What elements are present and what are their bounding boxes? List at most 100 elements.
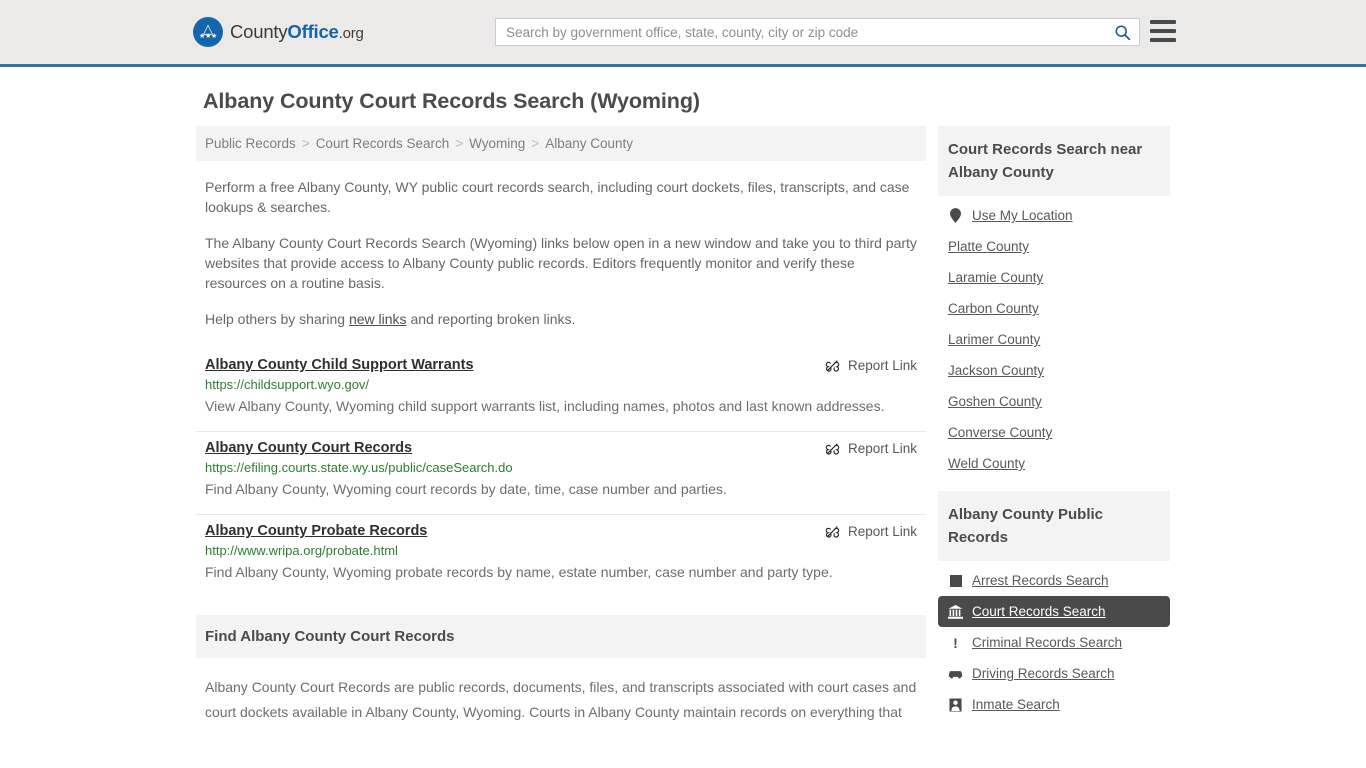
sidebar-item-label: Weld County: [948, 456, 1026, 471]
list-item: Larimer County: [938, 324, 1170, 355]
list-item: Goshen County: [938, 386, 1170, 417]
sidebar-item-court-records-search[interactable]: Court Records Search: [938, 596, 1170, 627]
intro-paragraph-1: Perform a free Albany County, WY public …: [205, 179, 910, 215]
result-url[interactable]: https://efiling.courts.state.wy.us/publi…: [205, 460, 917, 475]
sidebar-item-label: Converse County: [948, 425, 1053, 440]
list-item: ! Criminal Records Search: [938, 627, 1170, 658]
sidebar-item-larimer-county[interactable]: Larimer County: [938, 324, 1170, 355]
result-item: Albany County Court Records Report Link …: [196, 432, 926, 515]
help-suffix: and reporting broken links.: [406, 311, 576, 327]
broken-link-icon: [825, 360, 840, 372]
result-url[interactable]: https://childsupport.wyo.gov/: [205, 377, 917, 392]
page-title: Albany County Court Records Search (Wyom…: [203, 89, 700, 113]
results-list: Albany County Child Support Warrants Rep…: [196, 349, 926, 597]
sidebar-item-label: Jackson County: [948, 363, 1045, 378]
breadcrumb-item-public-records[interactable]: Public Records: [205, 136, 296, 151]
broken-link-icon: [825, 526, 840, 538]
list-item: Converse County: [938, 417, 1170, 448]
report-link-button[interactable]: Report Link: [825, 523, 917, 539]
breadcrumb: Public Records > Court Records Search > …: [196, 126, 926, 161]
list-item: Arrest Records Search: [938, 565, 1170, 596]
find-records-section-body: Albany County Court Records are public r…: [196, 675, 926, 725]
sidebar-item-driving-records-search[interactable]: Driving Records Search: [938, 658, 1170, 689]
public-records-heading: Albany County Public Records: [938, 491, 1170, 561]
main-column: Public Records > Court Records Search > …: [196, 126, 926, 725]
sidebar-item-label: Carbon County: [948, 301, 1039, 316]
sidebar-item-label: Inmate Search: [972, 697, 1060, 712]
report-link-label: Report Link: [847, 524, 917, 539]
result-description: Find Albany County, Wyoming probate reco…: [205, 564, 833, 580]
breadcrumb-item-court-records-search[interactable]: Court Records Search: [316, 136, 450, 151]
result-description: View Albany County, Wyoming child suppor…: [205, 398, 885, 414]
sidebar-item-arrest-records-search[interactable]: Arrest Records Search: [938, 565, 1170, 596]
list-item: Use My Location: [938, 200, 1170, 231]
list-item: Jackson County: [938, 355, 1170, 386]
report-link-label: Report Link: [847, 441, 917, 456]
list-item: Driving Records Search: [938, 658, 1170, 689]
find-records-paragraph: Albany County Court Records are public r…: [205, 679, 917, 720]
report-link-button[interactable]: Report Link: [825, 440, 917, 456]
courthouse-icon: [948, 604, 963, 619]
nearby-counties-panel: Court Records Search near Albany County …: [938, 126, 1170, 479]
inmate-icon: [948, 697, 963, 712]
sidebar-item-label: Arrest Records Search: [972, 573, 1109, 588]
sidebar: Court Records Search near Albany County …: [938, 126, 1170, 732]
site-logo[interactable]: △ ★★★ CountyOffice.org: [193, 17, 364, 47]
sidebar-item-label: Use My Location: [972, 208, 1073, 223]
result-title-link[interactable]: Albany County Probate Records: [205, 523, 427, 539]
breadcrumb-item-wyoming[interactable]: Wyoming: [469, 136, 525, 151]
sidebar-item-label: Goshen County: [948, 394, 1042, 409]
search-input[interactable]: [496, 19, 1105, 45]
sidebar-item-label: Criminal Records Search: [972, 635, 1123, 650]
sidebar-item-converse-county[interactable]: Converse County: [938, 417, 1170, 448]
sidebar-item-jackson-county[interactable]: Jackson County: [938, 355, 1170, 386]
sidebar-item-label: Larimer County: [948, 332, 1041, 347]
search-bar[interactable]: [495, 18, 1140, 46]
help-prefix: Help others by sharing: [205, 311, 349, 327]
nearby-counties-list: Use My Location Platte County Laramie Co…: [938, 196, 1170, 479]
sidebar-item-criminal-records-search[interactable]: ! Criminal Records Search: [938, 627, 1170, 658]
list-item: Inmate Search: [938, 689, 1170, 720]
result-url[interactable]: http://www.wripa.org/probate.html: [205, 543, 917, 558]
breadcrumb-separator: >: [531, 136, 540, 151]
breadcrumb-separator: >: [455, 136, 464, 151]
find-records-section-heading: Find Albany County Court Records: [196, 615, 926, 658]
car-icon: [948, 666, 963, 681]
public-records-list: Arrest Records Search Court Records Sear…: [938, 561, 1170, 720]
brand-part-1: County: [230, 21, 288, 42]
brand-wordmark: CountyOffice.org: [230, 21, 364, 43]
sidebar-item-weld-county[interactable]: Weld County: [938, 448, 1170, 479]
site-header: △ ★★★ CountyOffice.org: [0, 0, 1366, 67]
sidebar-item-label: Court Records Search: [972, 604, 1106, 619]
hamburger-menu-icon[interactable]: [1150, 20, 1176, 42]
exclamation-icon: !: [953, 634, 958, 651]
sidebar-item-laramie-county[interactable]: Laramie County: [938, 262, 1170, 293]
sidebar-item-label: Laramie County: [948, 270, 1044, 285]
new-links-link[interactable]: new links: [349, 311, 407, 327]
sidebar-item-use-my-location[interactable]: Use My Location: [938, 200, 1170, 231]
list-item: Carbon County: [938, 293, 1170, 324]
search-icon: [1114, 24, 1130, 40]
help-paragraph: Help others by sharing new links and rep…: [205, 309, 917, 329]
sidebar-item-label: Driving Records Search: [972, 666, 1115, 681]
intro-paragraph-2: The Albany County Court Records Search (…: [205, 235, 917, 291]
result-title-link[interactable]: Albany County Child Support Warrants: [205, 357, 474, 373]
list-item: Court Records Search: [938, 596, 1170, 627]
result-item: Albany County Probate Records Report Lin…: [196, 515, 926, 597]
search-button[interactable]: [1105, 19, 1139, 45]
report-link-button[interactable]: Report Link: [825, 357, 917, 373]
result-description: Find Albany County, Wyoming court record…: [205, 481, 727, 497]
nearby-counties-heading: Court Records Search near Albany County: [938, 126, 1170, 196]
eagle-seal-icon: △ ★★★: [193, 17, 223, 47]
sidebar-item-carbon-county[interactable]: Carbon County: [938, 293, 1170, 324]
result-title-link[interactable]: Albany County Court Records: [205, 440, 412, 456]
sidebar-item-goshen-county[interactable]: Goshen County: [938, 386, 1170, 417]
sidebar-item-platte-county[interactable]: Platte County: [938, 231, 1170, 262]
list-item: Weld County: [938, 448, 1170, 479]
report-link-label: Report Link: [847, 358, 917, 373]
broken-link-icon: [825, 443, 840, 455]
sidebar-item-inmate-search[interactable]: Inmate Search: [938, 689, 1170, 720]
sidebar-item-label: Platte County: [948, 239, 1030, 254]
list-item: Platte County: [938, 231, 1170, 262]
breadcrumb-item-albany-county[interactable]: Albany County: [545, 136, 633, 151]
